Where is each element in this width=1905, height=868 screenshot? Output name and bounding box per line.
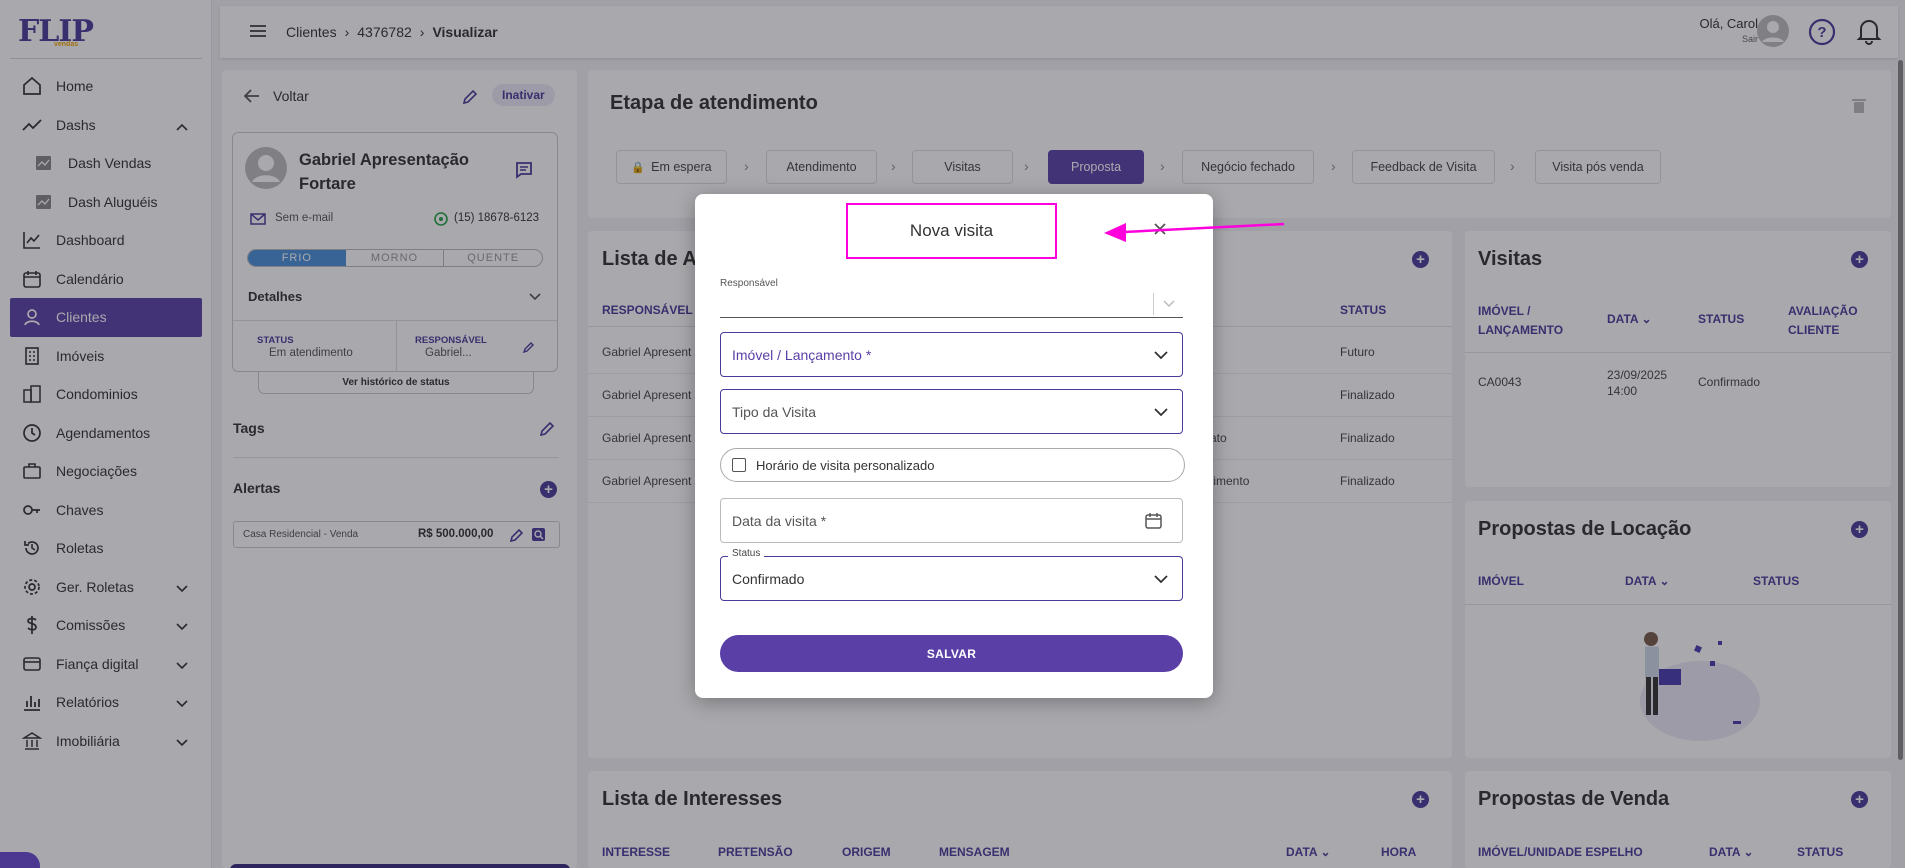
save-button[interactable]: SALVAR [720,635,1183,672]
imovel-select[interactable]: Imóvel / Lançamento * [720,332,1183,377]
tipo-placeholder: Tipo da Visita [732,403,817,420]
chevron-down-icon [1154,351,1168,360]
modal-title: Nova visita [909,221,994,240]
annotation-arrow [1104,222,1285,242]
date-input[interactable]: Data da visita * [720,498,1183,543]
new-visit-modal: Nova visita Responsável Imóvel / Lançame… [695,194,1213,698]
select-separator [1153,293,1154,315]
custom-time-checkbox[interactable]: Horário de visita personalizado [720,448,1185,482]
date-placeholder: Data da visita * [732,512,827,529]
tipo-visita-select[interactable]: Tipo da Visita [720,389,1183,434]
status-field-label: Status [728,548,765,559]
modal-title-highlight: Nova visita [846,203,1057,259]
status-select[interactable]: Confirmado [720,556,1183,601]
status-value: Confirmado [732,570,805,587]
checkbox-box[interactable] [732,458,746,472]
chevron-down-icon [1154,575,1168,584]
chevron-down-icon [1154,408,1168,417]
chevron-down-icon [1163,300,1175,308]
imovel-placeholder: Imóvel / Lançamento * [732,346,872,363]
responsavel-select[interactable] [720,287,1183,318]
custom-time-label: Horário de visita personalizado [756,457,935,473]
calendar-icon[interactable] [1145,512,1162,529]
